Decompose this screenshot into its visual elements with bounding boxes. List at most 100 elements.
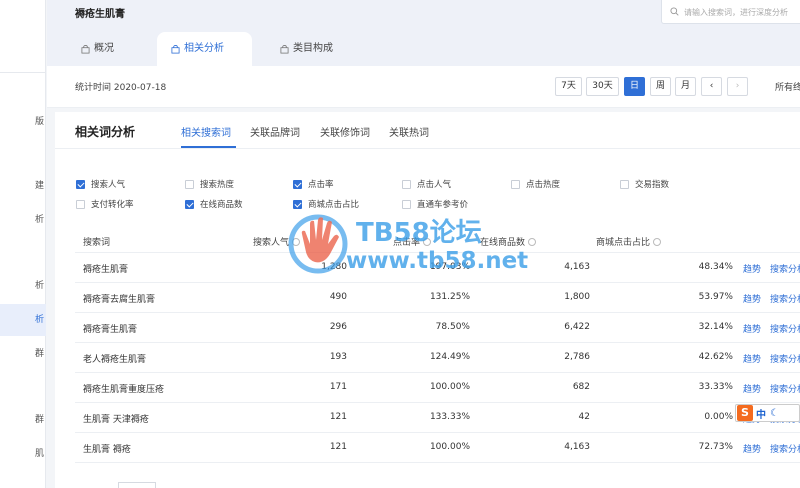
prev-date-button[interactable]: ‹ [701, 77, 722, 96]
pagination-button[interactable] [118, 482, 156, 488]
trend-link[interactable]: 趋势 [743, 322, 761, 335]
help-icon[interactable] [292, 238, 301, 246]
trend-link[interactable]: 趋势 [743, 442, 761, 455]
cell-mall-ratio: 72.73% [698, 442, 733, 452]
terminal-select[interactable]: 所有终端 [775, 80, 800, 93]
tab-category-label: 类目构成 [293, 43, 333, 54]
metric-click-heat[interactable]: 点击热度 [511, 178, 560, 190]
col-header-products[interactable]: 在线商品数 [480, 235, 537, 248]
col-header-keyword: 搜索词 [83, 238, 111, 248]
sogou-logo-icon[interactable]: S [737, 405, 753, 421]
subtab-hot-words[interactable]: 关联热词 [389, 124, 429, 139]
checkbox-unchecked[interactable] [402, 199, 411, 209]
metric-mall-click-ratio[interactable]: 商城点击占比 [293, 198, 359, 210]
trend-link[interactable]: 趋势 [743, 382, 761, 395]
related-words-panel: 相关词分析 相关搜索词 关联品牌词 关联修饰词 关联热词 搜索人气 搜索热度 点… [55, 112, 800, 488]
checkbox-checked[interactable] [76, 179, 85, 189]
period-week-button[interactable]: 周 [650, 77, 671, 96]
bag-icon [171, 44, 180, 54]
cell-popularity: 121 [329, 412, 347, 422]
checkbox-checked[interactable] [185, 199, 194, 209]
left-sidebar: 版 建 析 析 析 群 群 肌 [0, 0, 46, 488]
subtab-brand-words[interactable]: 关联品牌词 [250, 124, 300, 139]
sidebar-item-1[interactable]: 版 [0, 106, 46, 138]
cell-products: 42 [578, 412, 590, 422]
table-row: 生肌膏 褥疮121100.00%4,16372.73%趋势搜索分析人群 [75, 433, 800, 463]
metric-search-popularity[interactable]: 搜索人气 [76, 178, 125, 190]
search-analysis-link[interactable]: 搜索分析 [770, 262, 800, 275]
moon-icon[interactable]: ☾ [770, 408, 779, 419]
search-icon [670, 7, 679, 16]
search-input[interactable] [684, 4, 800, 20]
help-icon[interactable] [423, 238, 432, 246]
metric-label: 搜索热度 [200, 180, 235, 190]
help-icon[interactable] [653, 238, 662, 246]
checkbox-unchecked[interactable] [185, 179, 194, 189]
col-header-mall-ratio[interactable]: 商城点击占比 [596, 235, 662, 248]
period-month-button[interactable]: 月 [675, 77, 696, 96]
search-analysis-link[interactable]: 搜索分析 [770, 292, 800, 305]
cell-popularity: 171 [329, 382, 347, 392]
col-header-popularity[interactable]: 搜索人气 [253, 235, 301, 248]
metric-click-popularity[interactable]: 点击人气 [402, 178, 451, 190]
metric-trade-index[interactable]: 交易指数 [620, 178, 669, 190]
ime-language-toggle[interactable]: 中 [756, 406, 766, 421]
trend-link[interactable]: 趋势 [743, 262, 761, 275]
table-row: 生肌膏 天津褥疮121133.33%420.00%趋势搜索分析人群 [75, 403, 800, 433]
cell-ctr: 100.00% [429, 382, 470, 392]
tab-related-analysis[interactable]: 相关分析 [171, 32, 224, 66]
checkbox-checked[interactable] [293, 179, 302, 189]
metric-search-heat[interactable]: 搜索热度 [185, 178, 234, 190]
sidebar-item-3[interactable]: 析 [0, 204, 46, 236]
search-box[interactable] [661, 0, 800, 24]
metric-label: 交易指数 [635, 180, 670, 190]
cell-products: 4,163 [564, 442, 590, 452]
period-day-button[interactable]: 日 [624, 77, 645, 96]
checkbox-checked[interactable] [293, 199, 302, 209]
cell-mall-ratio: 53.97% [698, 292, 733, 302]
metric-pay-conversion[interactable]: 支付转化率 [76, 198, 134, 210]
checkbox-unchecked[interactable] [620, 179, 629, 189]
checkbox-unchecked[interactable] [511, 179, 520, 189]
search-analysis-link[interactable]: 搜索分析 [770, 382, 800, 395]
subtab-modifier-words[interactable]: 关联修饰词 [320, 124, 370, 139]
cell-mall-ratio: 42.62% [698, 352, 733, 362]
table-row: 褥疮生肌膏1,280197.03%4,16348.34%趋势搜索分析人群 [75, 253, 800, 283]
cell-keyword: 褥疮膏生肌膏 [83, 325, 138, 335]
cell-ctr: 78.50% [435, 322, 470, 332]
sidebar-item-5-active[interactable]: 析 [0, 304, 46, 336]
cell-products: 682 [572, 382, 590, 392]
metric-online-products[interactable]: 在线商品数 [185, 198, 243, 210]
sidebar-divider [0, 72, 46, 73]
tab-overview[interactable]: 概况 [81, 32, 114, 66]
search-analysis-link[interactable]: 搜索分析 [770, 352, 800, 365]
cell-popularity: 490 [329, 292, 347, 302]
tab-category[interactable]: 类目构成 [280, 32, 333, 66]
cell-keyword: 褥疮生肌膏重度压疮 [83, 385, 165, 395]
trend-link[interactable]: 趋势 [743, 292, 761, 305]
cell-popularity: 193 [329, 352, 347, 362]
next-date-button[interactable]: › [727, 77, 748, 96]
search-analysis-link[interactable]: 搜索分析 [770, 442, 800, 455]
trend-link[interactable]: 趋势 [743, 352, 761, 365]
cell-popularity: 1,280 [321, 262, 347, 272]
metric-ctr[interactable]: 点击率 [293, 178, 334, 190]
period-30d-button[interactable]: 30天 [586, 77, 619, 96]
panel-title: 相关词分析 [75, 125, 136, 139]
tab-related-analysis-label: 相关分析 [184, 43, 224, 54]
sidebar-item-2[interactable]: 建 [0, 170, 46, 202]
sidebar-item-8[interactable]: 肌 [0, 438, 46, 470]
ime-toolbar[interactable]: S 中 ☾ [735, 404, 800, 422]
cell-products: 6,422 [564, 322, 590, 332]
col-header-ctr[interactable]: 点击率 [393, 235, 432, 248]
period-7d-button[interactable]: 7天 [555, 77, 582, 96]
sidebar-item-7[interactable]: 群 [0, 404, 46, 436]
metric-ztc-price[interactable]: 直通车参考价 [402, 198, 468, 210]
checkbox-unchecked[interactable] [76, 199, 85, 209]
subtab-related-search[interactable]: 相关搜索词 [181, 124, 231, 139]
checkbox-unchecked[interactable] [402, 179, 411, 189]
help-icon[interactable] [528, 238, 537, 246]
search-analysis-link[interactable]: 搜索分析 [770, 322, 800, 335]
sidebar-item-4[interactable]: 析 [0, 270, 46, 302]
sidebar-item-6[interactable]: 群 [0, 338, 46, 370]
